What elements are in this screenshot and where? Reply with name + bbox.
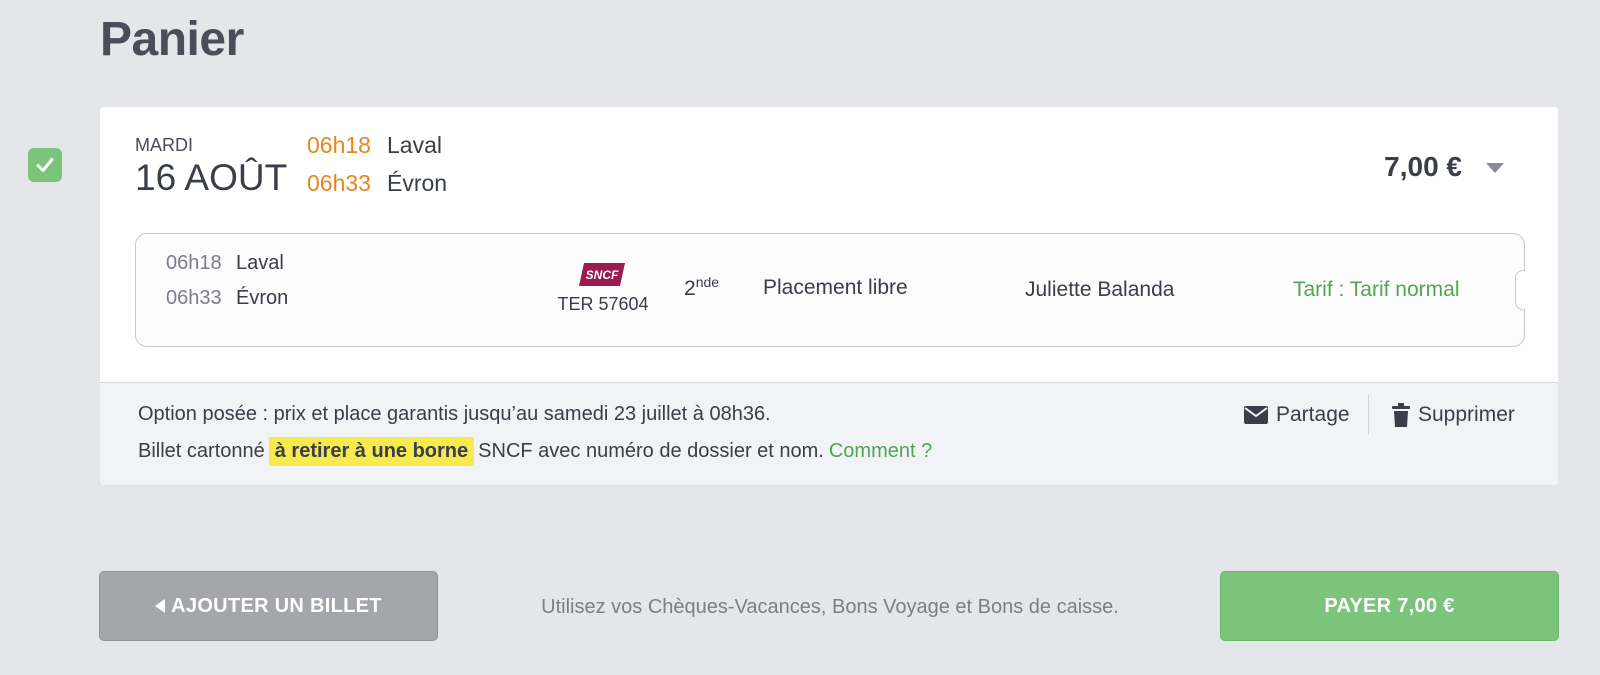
- trip-footer: Option posée : prix et place garantis ju…: [100, 382, 1558, 485]
- share-label: Partage: [1276, 403, 1350, 426]
- trip-summary[interactable]: MARDI 16 AOÛT 06h18 Laval 06h33 Évron 7,…: [100, 107, 1558, 225]
- svg-text:SNCF: SNCF: [586, 268, 619, 282]
- segment-times: 06h18 Laval 06h33 Évron: [166, 252, 288, 322]
- sncf-logo: SNCF: [579, 263, 625, 286]
- segment-departure-time: 06h18: [166, 252, 222, 274]
- segment-arrival-time: 06h33: [166, 287, 222, 309]
- share-button[interactable]: Partage: [1244, 403, 1350, 427]
- caret-down-icon[interactable]: [1486, 163, 1504, 173]
- segment-departure-station: Laval: [236, 252, 284, 274]
- segment-side-tab[interactable]: [1515, 270, 1525, 310]
- travel-class: 2nde: [684, 274, 720, 300]
- fare-type: Tarif : Tarif normal: [1293, 278, 1460, 301]
- pay-label: PAYER 7,00 €: [1324, 594, 1455, 617]
- delete-label: Supprimer: [1418, 403, 1515, 426]
- arrival-time: 06h33: [307, 170, 371, 196]
- option-notice: Option posée : prix et place garantis ju…: [138, 403, 771, 425]
- trip-price: 7,00 €: [1384, 151, 1462, 182]
- departure-station: Laval: [387, 132, 442, 158]
- arrow-left-icon: [155, 599, 166, 613]
- arrival-station: Évron: [387, 170, 448, 196]
- trip-select-checkbox[interactable]: [28, 148, 62, 182]
- ticket-pickup-highlight: à retirer à une borne: [268, 437, 475, 466]
- trash-icon: [1392, 403, 1410, 427]
- seat-placement: Placement libre: [763, 276, 908, 299]
- train-number: TER 57604: [557, 294, 649, 314]
- trip-date: 16 AOÛT: [135, 157, 288, 198]
- voucher-note: Utilisez vos Chèques-Vacances, Bons Voya…: [541, 596, 1119, 618]
- how-link[interactable]: Comment ?: [829, 440, 932, 463]
- delete-button[interactable]: Supprimer: [1392, 403, 1515, 427]
- page-title: Panier: [100, 13, 244, 66]
- segment-arrival-station: Évron: [236, 287, 289, 309]
- trip-times: 06h18 Laval 06h33 Évron: [307, 132, 447, 208]
- passenger-name: Juliette Balanda: [1025, 278, 1175, 301]
- envelope-icon: [1244, 406, 1268, 424]
- departure-time: 06h18: [307, 132, 371, 158]
- add-ticket-button[interactable]: AJOUTER UN BILLET: [99, 571, 438, 641]
- trip-day-name: MARDI: [135, 135, 193, 155]
- add-ticket-label: AJOUTER UN BILLET: [171, 594, 382, 617]
- action-divider: [1368, 395, 1369, 435]
- ticket-notice: Billet cartonné à retirer à une borne SNCF…: [138, 437, 932, 466]
- journey-segment: 06h18 Laval 06h33 Évron SNCF TER 57604 2…: [135, 233, 1525, 347]
- pay-button[interactable]: PAYER 7,00 €: [1220, 571, 1559, 641]
- checkmark-icon: [36, 158, 54, 172]
- trip-card: MARDI 16 AOÛT 06h18 Laval 06h33 Évron 7,…: [100, 107, 1558, 485]
